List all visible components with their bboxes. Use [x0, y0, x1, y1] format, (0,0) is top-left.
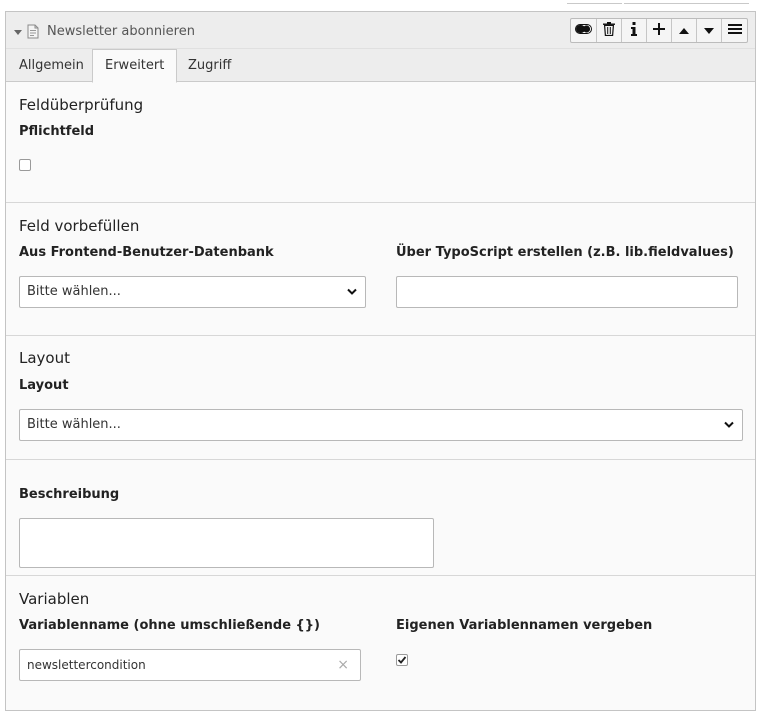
section-title: Feldüberprüfung — [19, 96, 144, 114]
tab-bar: Allgemein Erweitert Zugriff — [6, 49, 755, 83]
plus-icon — [653, 22, 665, 39]
arrow-up-icon — [679, 23, 689, 38]
required-label: Pflichtfeld — [19, 124, 95, 139]
info-icon — [630, 21, 638, 40]
typoscript-label: Über TypoScript erstellen (z.B. lib.fiel… — [396, 245, 734, 260]
required-checkbox[interactable] — [19, 159, 31, 171]
section-description: Beschreibung — [6, 460, 755, 576]
select-value: Bitte wählen... — [27, 284, 121, 299]
layout-select[interactable]: Bitte wählen... — [19, 409, 743, 441]
select-value: Bitte wählen... — [27, 417, 121, 432]
section-title: Layout — [19, 349, 70, 367]
custom-variable-checkbox[interactable] — [396, 654, 408, 666]
tab-erweitert[interactable]: Erweitert — [92, 49, 178, 83]
variable-name-label: Variablenname (ohne umschließende {}) — [19, 618, 320, 633]
drag-handle-button[interactable] — [722, 19, 747, 42]
previous-element-edge — [0, 0, 771, 4]
section-title: Feld vorbefüllen — [19, 217, 140, 235]
add-button[interactable] — [647, 19, 672, 42]
chevron-down-icon — [347, 277, 357, 319]
info-button[interactable] — [622, 19, 647, 42]
delete-button[interactable] — [597, 19, 622, 42]
section-prefill: Feld vorbefüllen Aus Frontend-Benutzer-D… — [6, 203, 755, 336]
document-icon — [27, 24, 39, 43]
clear-icon[interactable]: × — [337, 650, 349, 680]
section-layout: Layout Layout Bitte wählen... — [6, 336, 755, 460]
description-label: Beschreibung — [19, 487, 120, 502]
element-title: Newsletter abonnieren — [47, 24, 195, 39]
section-variables: Variablen Variablenname (ohne umschließe… — [6, 576, 755, 712]
content-element-panel: Newsletter abonnieren Allgemein Erweiter… — [5, 11, 756, 711]
layout-label: Layout — [19, 378, 69, 393]
custom-variable-label: Eigenen Variablennamen vergeben — [396, 618, 653, 633]
frontend-user-label: Aus Frontend-Benutzer-Datenbank — [19, 245, 274, 260]
move-up-button[interactable] — [672, 19, 697, 42]
section-validation: Feldüberprüfung Pflichtfeld — [6, 82, 755, 203]
collapse-caret-icon[interactable] — [14, 30, 22, 35]
toggle-visibility-button[interactable] — [571, 19, 597, 42]
tab-allgemein[interactable]: Allgemein — [7, 49, 96, 82]
variable-name-value: newslettercondition — [27, 658, 146, 672]
typoscript-input[interactable] — [396, 276, 738, 308]
frontend-user-select[interactable]: Bitte wählen... — [19, 276, 366, 308]
chevron-down-icon — [724, 410, 734, 452]
tab-zugriff[interactable]: Zugriff — [176, 49, 243, 82]
move-down-button[interactable] — [697, 19, 722, 42]
variable-name-input[interactable]: newslettercondition × — [19, 649, 361, 681]
description-textarea[interactable] — [19, 518, 434, 568]
toggle-icon — [575, 23, 592, 38]
trash-icon — [603, 21, 615, 40]
arrow-down-icon — [704, 23, 714, 38]
element-header: Newsletter abonnieren — [6, 12, 755, 49]
element-toolbar — [570, 18, 748, 43]
menu-icon — [727, 23, 742, 38]
section-title: Variablen — [19, 590, 90, 608]
